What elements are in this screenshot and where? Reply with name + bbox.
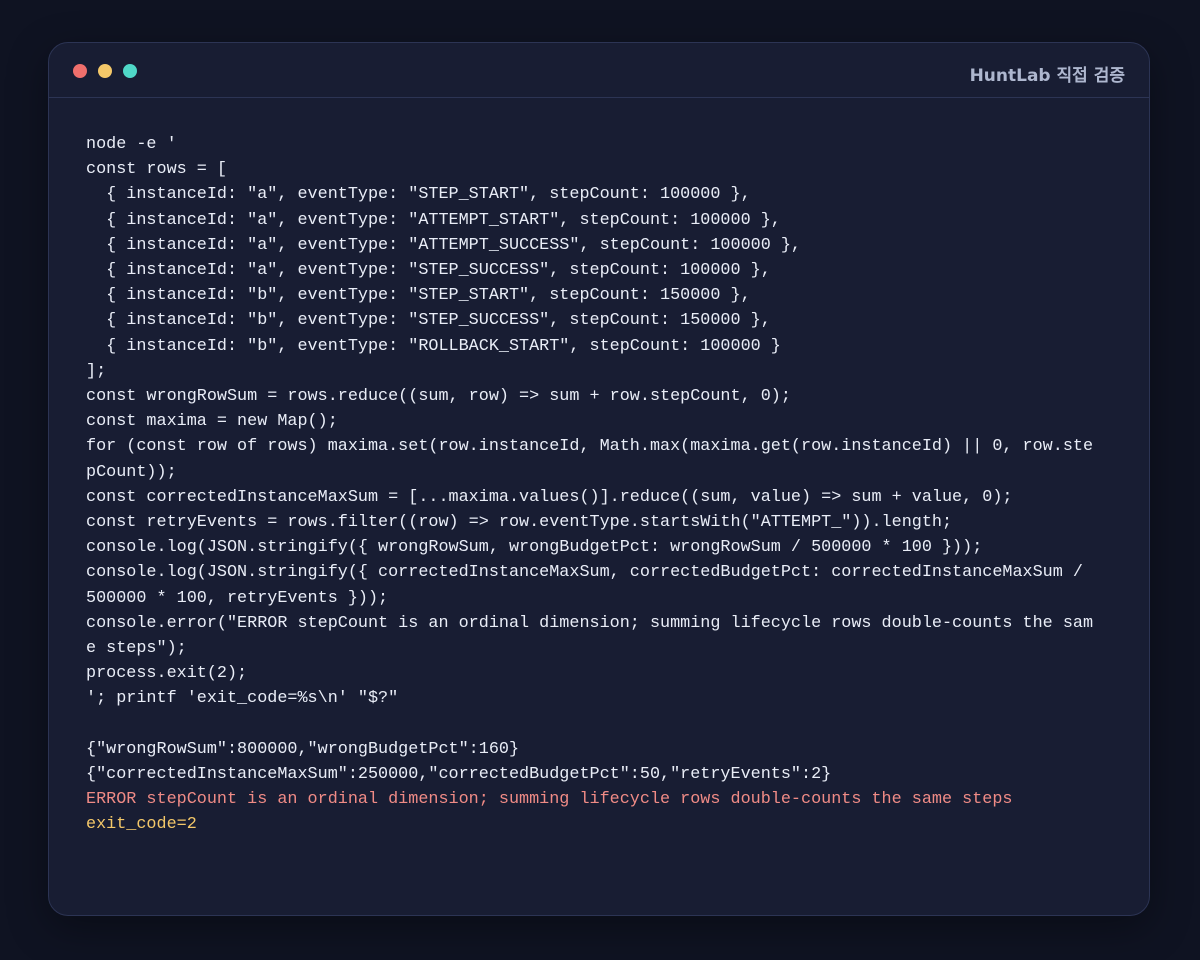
command-line: { instanceId: "a", eventType: "STEP_SUCC… [86,261,771,281]
stderr-line: ERROR stepCount is an ordinal dimension;… [86,790,1013,810]
command-line: const wrongRowSum = rows.reduce((sum, ro… [86,387,791,407]
terminal-window: HuntLab 직접 검증 node -e ' const rows = [ { … [48,42,1150,916]
title-bar: HuntLab 직접 검증 [49,43,1149,98]
command-line: node -e ' [86,135,177,154]
stdout-block: {"wrongRowSum":800000,"wrongBudgetPct":1… [86,737,1113,787]
terminal-output: node -e ' const rows = [ { instanceId: "a… [86,132,1113,838]
command-line: const retryEvents = rows.filter((row) =>… [86,513,953,533]
maximize-dot-icon[interactable] [123,64,137,78]
command-line: const rows = [ [86,160,227,180]
command-line: { instanceId: "b", eventType: "STEP_SUCC… [86,311,771,331]
command-line: process.exit(2); [86,664,248,684]
command-line: { instanceId: "a", eventType: "ATTEMPT_S… [86,210,781,230]
stdout-line: {"wrongRowSum":800000,"wrongBudgetPct":1… [86,739,520,759]
command-line: const correctedInstanceMaxSum = [...maxi… [86,487,1013,507]
command-line: for (const row of rows) maxima.set(row.i… [86,437,1094,457]
command-line: pCount)); [86,462,177,482]
command-line: { instanceId: "b", eventType: "ROLLBACK_… [86,336,781,356]
exit-code-line: exit_code=2 [86,815,197,835]
command-line: e steps"); [86,639,187,659]
command-line: { instanceId: "a", eventType: "STEP_STAR… [86,185,751,205]
command-line: ]; [86,361,107,381]
stdout-line: {"correctedInstanceMaxSum":250000,"corre… [86,765,832,785]
command-line: console.log(JSON.stringify({ wrongRowSum… [86,538,983,558]
command-block: node -e ' const rows = [ { instanceId: "a… [86,132,1113,712]
terminal-body: node -e ' const rows = [ { instanceId: "a… [49,98,1149,838]
command-line: console.log(JSON.stringify({ correctedIn… [86,563,1083,583]
command-line: const maxima = new Map(); [86,412,338,432]
command-line: { instanceId: "b", eventType: "STEP_STAR… [86,286,751,306]
close-dot-icon[interactable] [73,64,87,78]
window-title: HuntLab 직접 검증 [969,66,1125,86]
command-line: 500000 * 100, retryEvents })); [86,588,389,608]
command-line: console.error("ERROR stepCount is an ord… [86,613,1094,633]
command-line: '; printf 'exit_code=%s\n' "$?" [86,689,399,709]
minimize-dot-icon[interactable] [98,64,112,78]
command-line: { instanceId: "a", eventType: "ATTEMPT_S… [86,235,801,255]
